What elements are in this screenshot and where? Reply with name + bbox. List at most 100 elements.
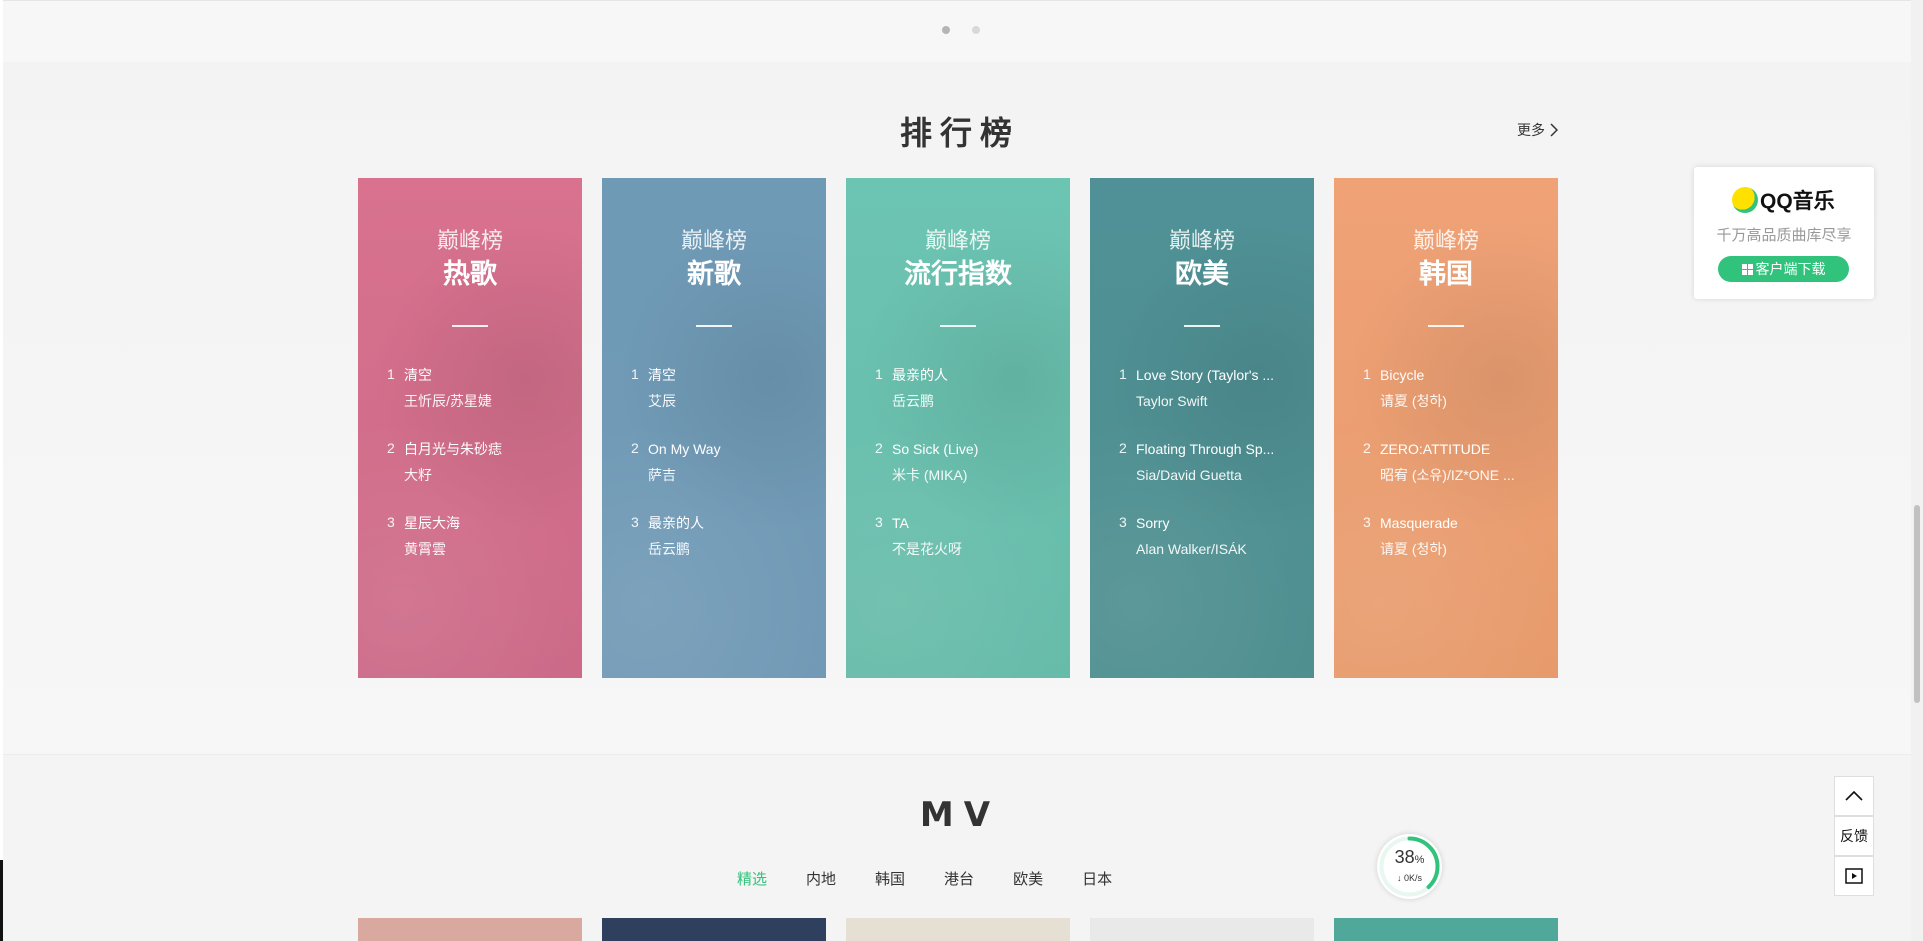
song-artist[interactable]: 不是花火呀	[892, 540, 1055, 558]
left-edge-bar	[0, 860, 3, 941]
song-artist[interactable]: 请夏 (청하)	[1380, 392, 1543, 410]
card-name[interactable]: 流行指数	[846, 252, 1070, 291]
ranking-card[interactable]: 巅峰榜 韩国 1 Bicycle 请夏 (청하) 2 ZERO:ATTITUDE 昭宥 …	[1334, 178, 1558, 678]
song-rank: 2	[875, 440, 883, 456]
card-name[interactable]: 韩国	[1334, 252, 1558, 291]
card-name[interactable]: 欧美	[1090, 252, 1314, 291]
mv-thumbnail[interactable]	[602, 918, 826, 941]
song-artist[interactable]: 岳云鹏	[648, 540, 811, 558]
song-item: 2 On My Way 萨吉	[631, 440, 811, 514]
song-list: 1 清空王忻辰/苏星婕 2 白月光与朱砂痣 大籽 3 星辰大海黄霄雲	[387, 366, 567, 588]
song-item: 3 星辰大海黄霄雲	[387, 514, 567, 588]
mv-title: MV	[919, 795, 1001, 835]
song-artist[interactable]: 大籽	[404, 466, 567, 484]
ranking-title: 排行榜	[899, 114, 1020, 152]
ranking-card[interactable]: 巅峰榜 欧美 1 Love Story (Taylor's ... Taylor S…	[1090, 178, 1314, 678]
song-artist[interactable]: Alan Walker/ISÁK	[1136, 540, 1299, 558]
qq-music-logo: QQ音乐	[1732, 185, 1835, 215]
carousel-dot-1[interactable]	[942, 26, 950, 34]
song-item: 2 白月光与朱砂痣 大籽	[387, 440, 567, 514]
song-item: 2 ZERO:ATTITUDE 昭宥 (소유)/IZ*ONE ...	[1363, 440, 1543, 514]
song-title[interactable]: 清空	[648, 366, 811, 384]
card-divider	[1428, 325, 1464, 327]
song-title[interactable]: TA	[892, 514, 1055, 532]
song-rank: 3	[1363, 514, 1371, 530]
ranking-card[interactable]: 巅峰榜 流行指数 1 最亲的人 岳云鹏 2 So Sick (Live) 米卡 (MIK…	[846, 178, 1070, 678]
song-title[interactable]: 最亲的人	[892, 366, 1055, 384]
song-artist[interactable]: 艾辰	[648, 392, 811, 410]
back-to-top-button[interactable]	[1834, 776, 1874, 816]
mv-tab-featured[interactable]: 精选	[737, 868, 767, 889]
card-divider	[696, 325, 732, 327]
card-name[interactable]: 热歌	[358, 252, 582, 291]
song-title[interactable]: 白月光与朱砂痣	[404, 440, 567, 458]
song-artist[interactable]: Sia/David Guetta	[1136, 466, 1299, 484]
mv-section	[3, 754, 1911, 941]
song-rank: 3	[387, 514, 395, 530]
song-item: 3 Sorry Alan Walker/ISÁK	[1119, 514, 1299, 588]
song-title[interactable]: Sorry	[1136, 514, 1299, 532]
ranking-card[interactable]: 巅峰榜 新歌 1 清空 艾辰 2 On My Way 萨吉 3 最亲的人 岳云鹏	[602, 178, 826, 678]
song-title[interactable]: Floating Through Sp...	[1136, 440, 1299, 458]
song-title[interactable]: Love Story (Taylor's ...	[1136, 366, 1299, 384]
song-item: 1 最亲的人 岳云鹏	[875, 366, 1055, 440]
song-rank: 1	[387, 366, 395, 382]
qq-music-ad: QQ音乐 千万高品质曲库尽享 客户端下载	[1694, 167, 1874, 299]
play-video-icon	[1845, 868, 1863, 884]
ranking-more-link[interactable]: 更多	[1517, 120, 1558, 140]
song-artist[interactable]: 岳云鹏	[892, 392, 1055, 410]
song-artist[interactable]: 王忻辰/苏星婕	[404, 392, 567, 410]
song-title[interactable]: 星辰大海	[404, 514, 567, 532]
video-button[interactable]	[1834, 856, 1874, 896]
mv-tab-mainland[interactable]: 内地	[806, 868, 836, 889]
song-title[interactable]: So Sick (Live)	[892, 440, 1055, 458]
card-subtitle: 巅峰榜	[924, 228, 991, 253]
client-download-label: 客户端下载	[1755, 261, 1826, 277]
network-speed-ball[interactable]: 38% ↓ 0K/s	[1377, 834, 1442, 899]
qq-music-brand: QQ音乐	[1760, 190, 1835, 213]
song-list: 1 Bicycle 请夏 (청하) 2 ZERO:ATTITUDE 昭宥 (소유)/IZ…	[1363, 366, 1543, 588]
song-artist[interactable]: Taylor Swift	[1136, 392, 1299, 410]
song-title[interactable]: Masquerade	[1380, 514, 1543, 532]
scrollbar-thumb[interactable]	[1914, 505, 1920, 703]
mv-tab-hk-tw[interactable]: 港台	[944, 868, 974, 889]
song-item: 3 最亲的人岳云鹏	[631, 514, 811, 588]
song-title[interactable]: On My Way	[648, 440, 811, 458]
mv-thumbnail[interactable]	[1090, 918, 1314, 941]
song-title[interactable]: Bicycle	[1380, 366, 1543, 384]
song-artist[interactable]: 昭宥 (소유)/IZ*ONE ...	[1380, 466, 1543, 484]
song-title[interactable]: ZERO:ATTITUDE	[1380, 440, 1543, 458]
song-item: 2 Floating Through Sp... Sia/David Guetta	[1119, 440, 1299, 514]
client-download-button[interactable]: 客户端下载	[1718, 256, 1849, 282]
mv-tab-korea[interactable]: 韩国	[875, 868, 905, 889]
song-rank: 1	[1363, 366, 1371, 382]
song-rank: 3	[631, 514, 639, 530]
feedback-button[interactable]: 反馈	[1834, 816, 1874, 856]
chevron-up-icon	[1845, 790, 1863, 801]
song-rank: 3	[875, 514, 883, 530]
song-list: 1 最亲的人 岳云鹏 2 So Sick (Live) 米卡 (MIKA) 3 TA 不是花…	[875, 366, 1055, 588]
ranking-card[interactable]: 巅峰榜 热歌 1 清空 王忻辰/苏星婕 2 白月光与朱砂痣 大籽 3 星辰大海 黄霄雲	[358, 178, 582, 678]
mv-tab-japan[interactable]: 日本	[1082, 868, 1112, 889]
song-rank: 1	[631, 366, 639, 382]
song-artist[interactable]: 请夏 (청하)	[1380, 540, 1543, 558]
song-artist[interactable]: 米卡 (MIKA)	[892, 466, 1055, 484]
ranking-cards: 巅峰榜 热歌 1 清空 王忻辰/苏星婕 2 白月光与朱砂痣 大籽 3 星辰大海 黄霄雲 巅峰…	[358, 178, 1558, 678]
carousel-dots-strip	[3, 0, 1911, 62]
card-name[interactable]: 新歌	[602, 252, 826, 291]
song-rank: 2	[1363, 440, 1371, 456]
mv-thumbnail[interactable]	[846, 918, 1070, 941]
mv-tab-western[interactable]: 欧美	[1013, 868, 1043, 889]
page-scrollbar[interactable]	[1911, 0, 1923, 941]
song-artist[interactable]: 黄霄雲	[404, 540, 567, 558]
song-title[interactable]: 清空	[404, 366, 567, 384]
qq-music-logo-icon	[1732, 187, 1758, 213]
speed-rate: ↓ 0K/s	[1396, 873, 1423, 883]
song-title[interactable]: 最亲的人	[648, 514, 811, 532]
song-item: 1 清空艾辰	[631, 366, 811, 440]
mv-tabs: 精选 内地 韩国 港台 欧美 日本	[737, 868, 1112, 889]
carousel-dot-2[interactable]	[972, 26, 980, 34]
song-artist[interactable]: 萨吉	[648, 466, 811, 484]
mv-thumbnail[interactable]	[1334, 918, 1558, 941]
mv-thumbnail[interactable]	[358, 918, 582, 941]
